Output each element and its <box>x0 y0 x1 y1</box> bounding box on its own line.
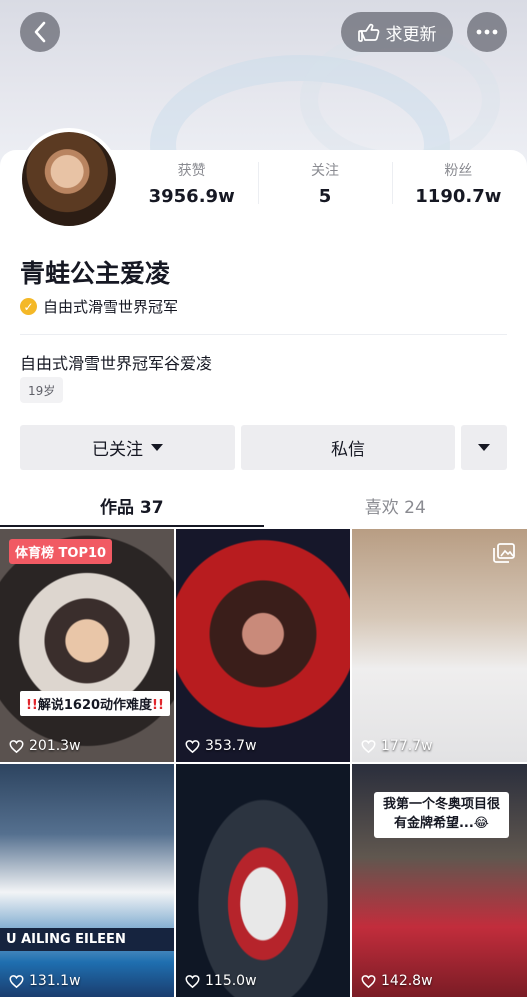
ellipsis-icon <box>476 29 498 35</box>
triangle-down-icon <box>151 444 163 451</box>
tab-likes[interactable]: 喜欢 24 <box>264 483 527 527</box>
image-gallery-icon <box>493 543 515 563</box>
more-options-button[interactable] <box>467 12 507 52</box>
heart-icon <box>361 974 376 988</box>
like-count-value: 131.1w <box>29 973 81 989</box>
like-count-value: 353.7w <box>205 738 257 754</box>
verified-check-icon: ✓ <box>20 298 37 315</box>
video-tile[interactable]: 115.0w <box>176 764 350 997</box>
like-count-value: 142.8w <box>381 973 433 989</box>
request-update-label: 求更新 <box>385 24 437 45</box>
video-caption: !!解说1620动作难度!! <box>20 691 170 716</box>
video-tile[interactable]: 体育榜 TOP10 !!解说1620动作难度!! 201.3w <box>0 529 174 762</box>
video-grid: 体育榜 TOP10 !!解说1620动作难度!! 201.3w 353.7w 1… <box>0 529 527 997</box>
message-button[interactable]: 私信 <box>241 425 455 470</box>
stat-label: 获赞 <box>177 163 206 179</box>
recommend-dropdown-button[interactable] <box>461 425 507 470</box>
broadcast-ticker: U AILING EILEEN <box>0 928 174 951</box>
like-count: 201.3w <box>9 738 81 754</box>
pointing-hand-icon <box>357 23 379 42</box>
divider <box>20 334 507 335</box>
like-count: 142.8w <box>361 973 433 989</box>
video-tile[interactable]: 我第一个冬奥项目很有金牌希望...😂 142.8w <box>352 764 527 997</box>
stat-following[interactable]: 关注 5 <box>258 160 391 207</box>
age-tag: 19岁 <box>20 377 64 403</box>
request-update-button[interactable]: 求更新 <box>341 12 453 52</box>
like-count-value: 115.0w <box>205 973 257 989</box>
chevron-left-icon <box>34 21 46 43</box>
stat-likes: 获赞 3956.9w <box>125 160 258 207</box>
like-count: 353.7w <box>185 738 257 754</box>
video-tile[interactable]: 353.7w <box>176 529 350 762</box>
following-button[interactable]: 已关注 <box>20 425 235 470</box>
tab-works[interactable]: 作品 37 <box>0 483 264 527</box>
avatar[interactable] <box>18 128 120 230</box>
verification-label: 自由式滑雪世界冠军 <box>43 298 179 316</box>
heart-icon <box>185 974 200 988</box>
stat-followers[interactable]: 粉丝 1190.7w <box>391 160 525 207</box>
video-caption: 我第一个冬奥项目很有金牌希望...😂 <box>374 792 509 838</box>
video-tile[interactable]: U AILING EILEEN 131.1w <box>0 764 174 997</box>
heart-icon <box>361 739 376 753</box>
stat-label: 粉丝 <box>444 163 473 179</box>
profile-stats: 获赞 3956.9w 关注 5 粉丝 1190.7w <box>125 160 525 207</box>
video-tile[interactable]: 177.7w <box>352 529 527 762</box>
like-count: 131.1w <box>9 973 81 989</box>
like-count-value: 177.7w <box>381 738 433 754</box>
content-tabs: 作品 37 喜欢 24 <box>0 483 527 527</box>
caption-mark: !! <box>26 698 38 713</box>
like-count: 115.0w <box>185 973 257 989</box>
heart-icon <box>185 739 200 753</box>
verification-badge: ✓ 自由式滑雪世界冠军 <box>20 296 178 317</box>
stat-value: 1190.7w <box>415 186 502 207</box>
profile-name: 青蛙公主爱凌 <box>20 259 171 288</box>
profile-bio: 自由式滑雪世界冠军谷爱凌 <box>20 354 213 373</box>
heart-icon <box>9 739 24 753</box>
caption-text: 解说1620动作难度 <box>37 698 153 713</box>
triangle-down-icon <box>478 444 490 451</box>
like-count: 177.7w <box>361 738 433 754</box>
message-label: 私信 <box>331 440 365 460</box>
following-label: 已关注 <box>92 440 143 460</box>
stat-value: 5 <box>318 186 332 207</box>
back-button[interactable] <box>20 12 60 52</box>
stat-value: 3956.9w <box>148 186 235 207</box>
stat-label: 关注 <box>310 163 339 179</box>
caption-mark: !! <box>152 698 164 713</box>
like-count-value: 201.3w <box>29 738 81 754</box>
heart-icon <box>9 974 24 988</box>
ranking-badge: 体育榜 TOP10 <box>9 539 113 564</box>
